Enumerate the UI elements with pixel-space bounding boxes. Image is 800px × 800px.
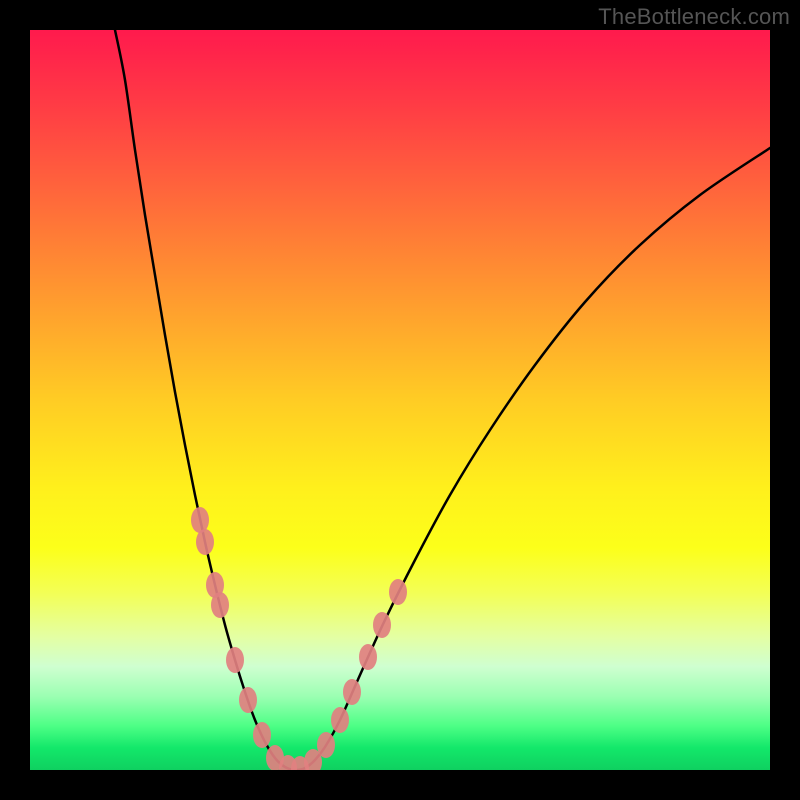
bottleneck-curve bbox=[115, 30, 770, 770]
plot-area bbox=[30, 30, 770, 770]
watermark-text: TheBottleneck.com bbox=[598, 4, 790, 30]
chart-frame: TheBottleneck.com bbox=[0, 0, 800, 800]
curve-svg bbox=[30, 30, 770, 770]
curve-markers bbox=[191, 507, 407, 770]
